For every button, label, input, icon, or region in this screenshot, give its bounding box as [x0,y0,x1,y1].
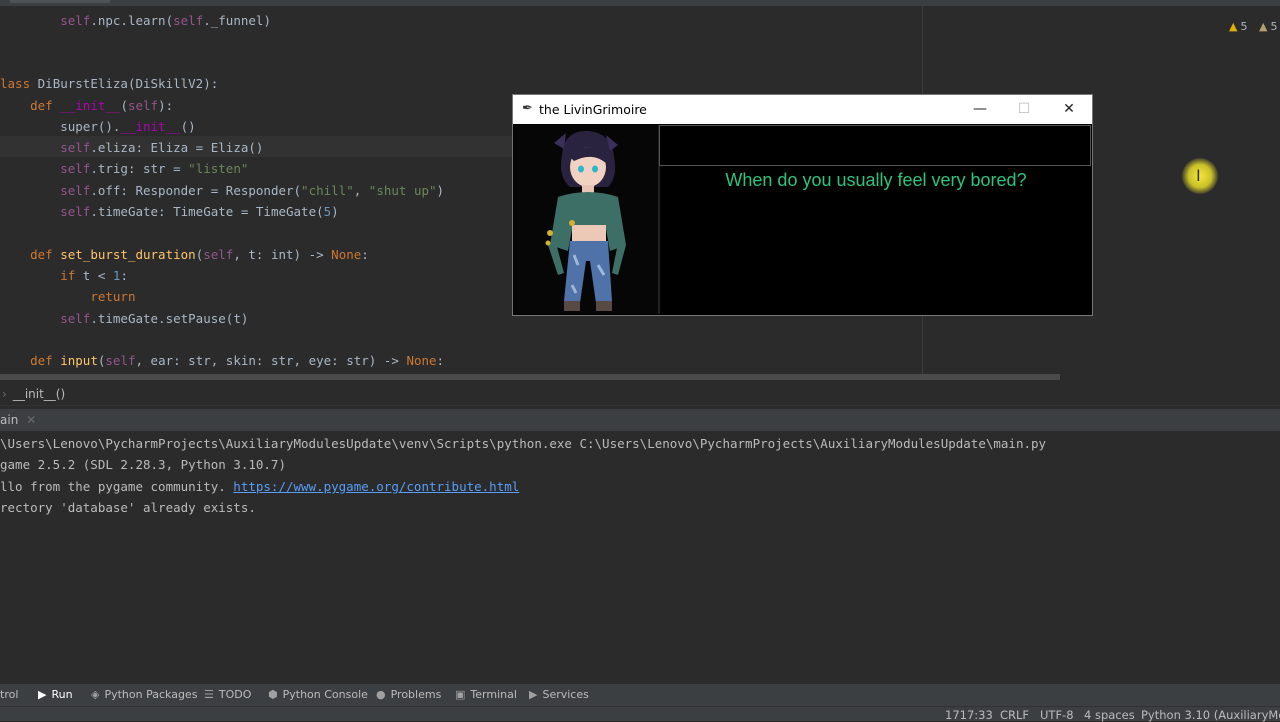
anime-girl-image [514,125,658,314]
text-cursor-icon: I [1196,166,1201,185]
tool-version-control[interactable]: trol [0,684,18,706]
close-icon[interactable]: ✕ [26,413,36,427]
code-line: self.trig: str = "listen" [60,161,249,176]
python-icon: ⬢ [268,688,278,701]
code-line: lass DiBurstEliza(DiSkillV2): [0,76,219,91]
code-line: self.off: Responder = Responder("chill",… [60,183,445,198]
code-line: return [90,289,136,304]
code-line: if t < 1: [60,268,128,283]
minimize-button[interactable]: — [957,95,1003,124]
packages-icon: ◈ [91,688,100,701]
tool-run[interactable]: ▶ Run [38,684,73,706]
code-line: def __init__(self): [30,98,174,113]
code-line: self.timeGate: TimeGate = TimeGate(5) [60,204,339,219]
code-line: self.eliza: Eliza = Eliza() [60,140,264,155]
close-button[interactable]: ✕ [1046,95,1092,124]
tool-todo[interactable]: ☰ TODO [204,684,251,706]
bot-reply-text: When do you usually feel very bored? [725,170,1027,190]
tool-terminal[interactable]: ▣ Terminal [455,684,517,706]
horizontal-scrollbar[interactable] [0,374,1060,380]
feather-icon: ✒ [522,101,533,116]
contribute-link[interactable]: https://www.pygame.org/contribute.html [233,479,519,494]
breadcrumb[interactable]: › __init__() [0,383,1280,406]
tool-python-console[interactable]: ⬢ Python Console [268,684,368,706]
code-line: self.timeGate.setPause(t) [60,311,249,326]
code-line: def set_burst_duration(self, t: int) -> … [30,247,369,262]
console-line: rectory 'database' already exists. [0,500,256,515]
window-title: the LivinGrimoire [539,102,647,117]
maximize-button[interactable]: ☐ [1001,95,1047,124]
tool-window-bar: trol ▶ Run ◈ Python Packages ☰ TODO ⬢ Python… [0,684,1280,706]
terminal-icon: ▣ [455,688,466,701]
run-console[interactable]: \Users\Lenovo\PycharmProjects\AuxiliaryM… [0,433,1280,681]
tool-problems[interactable]: ● Problems [376,684,441,706]
weak-warning-indicator[interactable]: ▲ 5 [1259,20,1277,33]
warning-indicator[interactable]: ▲ 5 [1229,20,1247,33]
window-body: When do you usually feel very bored? [513,124,1092,315]
info-icon: ● [376,688,386,701]
status-bar: 1717:33 CRLF UTF-8 4 spaces Python 3.10 … [0,706,1280,722]
user-input-box[interactable] [659,125,1091,166]
list-icon: ☰ [204,688,214,701]
livingrimoire-window[interactable]: ✒ the LivinGrimoire — ☐ ✕ When do you us… [512,94,1093,316]
services-icon: ▶ [529,688,538,701]
tool-python-packages[interactable]: ◈ Python Packages [91,684,197,706]
run-tab-label: ain [0,413,19,427]
character-portrait [514,125,660,314]
breadcrumb-item[interactable]: __init__() [13,387,65,401]
active-editor-tab[interactable] [10,0,110,3]
code-line: def input(self, ear: str, skin: str, eye… [30,353,445,368]
play-icon: ▶ [38,688,47,701]
run-tab[interactable]: ain ✕ [0,409,1280,431]
code-line: super().__init__() [60,119,196,134]
console-line: \Users\Lenovo\PycharmProjects\AuxiliaryM… [0,436,1047,451]
window-titlebar[interactable]: ✒ the LivinGrimoire — ☐ ✕ [513,95,1092,124]
code-line: self.npc.learn(self._funnel) [60,13,271,28]
warning-icon: ▲ [1229,20,1238,33]
chevron-right-icon: › [2,387,7,401]
console-line: llo from the pygame community. https://w… [0,479,520,494]
console-line: game 2.5.2 (SDL 2.28.3, Python 3.10.7) [0,457,286,472]
tool-services[interactable]: ▶ Services [529,684,589,706]
weak-warning-icon: ▲ [1259,20,1268,33]
